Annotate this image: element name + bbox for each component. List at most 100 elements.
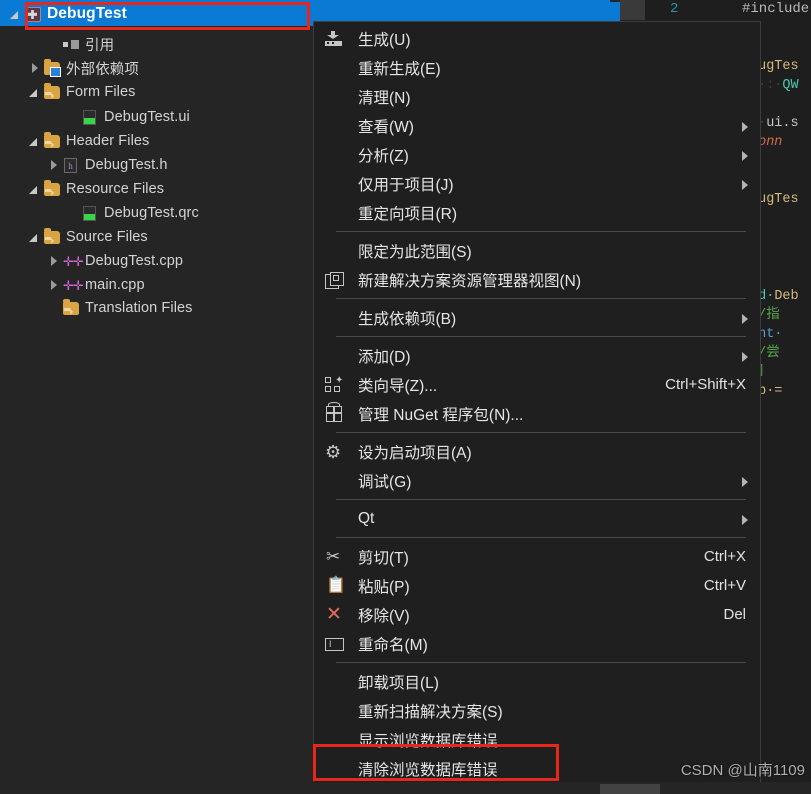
menu-item-label: 添加(D) [358, 348, 411, 366]
menu-item-entry-20[interactable]: Qt [314, 504, 760, 533]
class-wizard-icon: ✦ [314, 370, 354, 399]
menu-icon-slot [314, 198, 354, 227]
menu-item-entry-29[interactable]: 显示浏览数据库错误 [314, 725, 760, 754]
menu-item-label: 查看(W) [358, 118, 414, 136]
menu-item-class-wizard[interactable]: ✦ 类向导(Z)... Ctrl+Shift+X [314, 370, 760, 399]
menu-item-label: 重新扫描解决方案(S) [358, 703, 503, 721]
submenu-arrow-icon [742, 515, 748, 525]
menu-item-entry-6[interactable]: 重定向项目(R) [314, 198, 760, 227]
gear-icon: ⚙ [325, 442, 342, 462]
menu-item-entry-11[interactable]: 生成依赖项(B) [314, 303, 760, 332]
menu-separator [336, 231, 746, 232]
expander-spacer [46, 300, 62, 316]
new-view-icon [314, 265, 354, 294]
menu-item-label: Qt [358, 509, 375, 527]
menu-separator [336, 336, 746, 337]
code-first-line: #include [742, 1, 810, 17]
menu-item-build[interactable]: 生成(U) [314, 24, 760, 53]
chevron-right-icon[interactable] [46, 277, 62, 293]
menu-icon-slot [314, 466, 354, 495]
chevron-right-icon[interactable] [27, 60, 43, 76]
menu-icon-slot [314, 696, 354, 725]
menu-item-gear[interactable]: ⚙ 设为启动项目(A) [314, 437, 760, 466]
line-number: 2 [670, 1, 679, 17]
chevron-down-icon[interactable] [8, 6, 24, 22]
menu-item-label: 生成(U) [358, 31, 411, 49]
menu-item-entry-8[interactable]: 限定为此范围(S) [314, 236, 760, 265]
cpp-file-icon: ✛✛ [63, 254, 84, 269]
menu-item-label: 重命名(M) [358, 636, 428, 654]
menu-item-label: 清理(N) [358, 89, 411, 107]
cut-icon: ✂ [326, 547, 341, 566]
tree-item-label: Header Files [66, 133, 150, 149]
menu-separator [336, 432, 746, 433]
menu-item-entry-4[interactable]: 分析(Z) [314, 140, 760, 169]
filter-folder-icon [43, 132, 61, 149]
chevron-down-icon[interactable] [27, 84, 43, 100]
menu-icon-slot [314, 667, 354, 696]
menu-item-entry-3[interactable]: 查看(W) [314, 111, 760, 140]
menu-item-entry-13[interactable]: 添加(D) [314, 341, 760, 370]
menu-item-label: 生成依赖项(B) [358, 310, 457, 328]
tree-item-label: DebugTest.qrc [104, 205, 199, 221]
nuget-icon [314, 399, 354, 428]
expander-spacer [65, 205, 81, 221]
tree-item-label: 外部依赖项 [66, 61, 139, 78]
project-icon [24, 6, 42, 22]
menu-separator [336, 298, 746, 299]
chevron-right-icon[interactable] [46, 253, 62, 269]
tree-item-label: Resource Files [66, 181, 165, 197]
menu-item-nuget[interactable]: 管理 NuGet 程序包(N)... [314, 399, 760, 428]
menu-item-label: 调试(G) [358, 473, 412, 491]
submenu-arrow-icon [742, 180, 748, 190]
chevron-down-icon[interactable] [27, 181, 43, 197]
menu-item-remove-x[interactable]: ✕ 移除(V) Del [314, 600, 760, 629]
menu-item-rename[interactable]: 重命名(M) [314, 629, 760, 658]
submenu-arrow-icon [742, 151, 748, 161]
bottom-strip [0, 782, 811, 794]
chevron-right-icon[interactable] [46, 157, 62, 173]
menu-item-label: 剪切(T) [358, 549, 409, 567]
chevron-down-icon[interactable] [27, 229, 43, 245]
ui-file-icon [81, 109, 99, 125]
menu-item-label: 类向导(Z)... [358, 377, 438, 395]
menu-icon-slot [314, 111, 354, 140]
menu-item-shortcut: Del [723, 606, 746, 623]
tree-item-label: DebugTest.ui [104, 109, 190, 125]
tree-item-label: Form Files [66, 84, 136, 100]
menu-item-label: 限定为此范围(S) [358, 243, 472, 261]
submenu-arrow-icon [742, 122, 748, 132]
horizontal-scrollbar[interactable] [600, 784, 660, 794]
menu-item-paste[interactable]: 📋 粘贴(P) Ctrl+V [314, 571, 760, 600]
menu-item-shortcut: Ctrl+X [703, 548, 746, 565]
project-context-menu[interactable]: 生成(U) 重新生成(E) 清理(N) 查看(W) 分析(Z) 仅用于项目(J) 重定向项目… [313, 21, 761, 794]
menu-item-cut[interactable]: ✂ 剪切(T) Ctrl+X [314, 542, 760, 571]
menu-item-shortcut: Ctrl+Shift+X [665, 376, 746, 393]
menu-item-entry-27[interactable]: 卸载项目(L) [314, 667, 760, 696]
menu-item-entry-5[interactable]: 仅用于项目(J) [314, 169, 760, 198]
code-token: ui.s [766, 116, 799, 131]
filter-folder-icon [62, 299, 80, 316]
submenu-arrow-icon [742, 352, 748, 362]
menu-item-entry-2[interactable]: 清理(N) [314, 82, 760, 111]
menu-icon-slot [314, 236, 354, 265]
filter-folder-icon [43, 83, 61, 100]
menu-item-label: 卸载项目(L) [358, 674, 439, 692]
menu-item-entry-28[interactable]: 重新扫描解决方案(S) [314, 696, 760, 725]
menu-item-label: 设为启动项目(A) [358, 444, 472, 462]
menu-item-label: 显示浏览数据库错误 [358, 732, 498, 750]
chevron-down-icon[interactable] [27, 133, 43, 149]
menu-item-entry-18[interactable]: 调试(G) [314, 466, 760, 495]
menu-icon-slot [314, 169, 354, 198]
menu-item-label: 重新生成(E) [358, 60, 441, 78]
expander-spacer [46, 36, 62, 52]
menu-icon-slot [314, 53, 354, 82]
menu-icon-slot [314, 341, 354, 370]
menu-separator [336, 537, 746, 538]
menu-item-new-view[interactable]: 新建解决方案资源管理器视图(N) [314, 265, 760, 294]
menu-icon-slot [314, 754, 354, 783]
menu-item-entry-1[interactable]: 重新生成(E) [314, 53, 760, 82]
menu-icon-slot [314, 725, 354, 754]
references-icon [62, 36, 80, 52]
csdn-watermark: CSDN @山南1109 [680, 762, 805, 779]
